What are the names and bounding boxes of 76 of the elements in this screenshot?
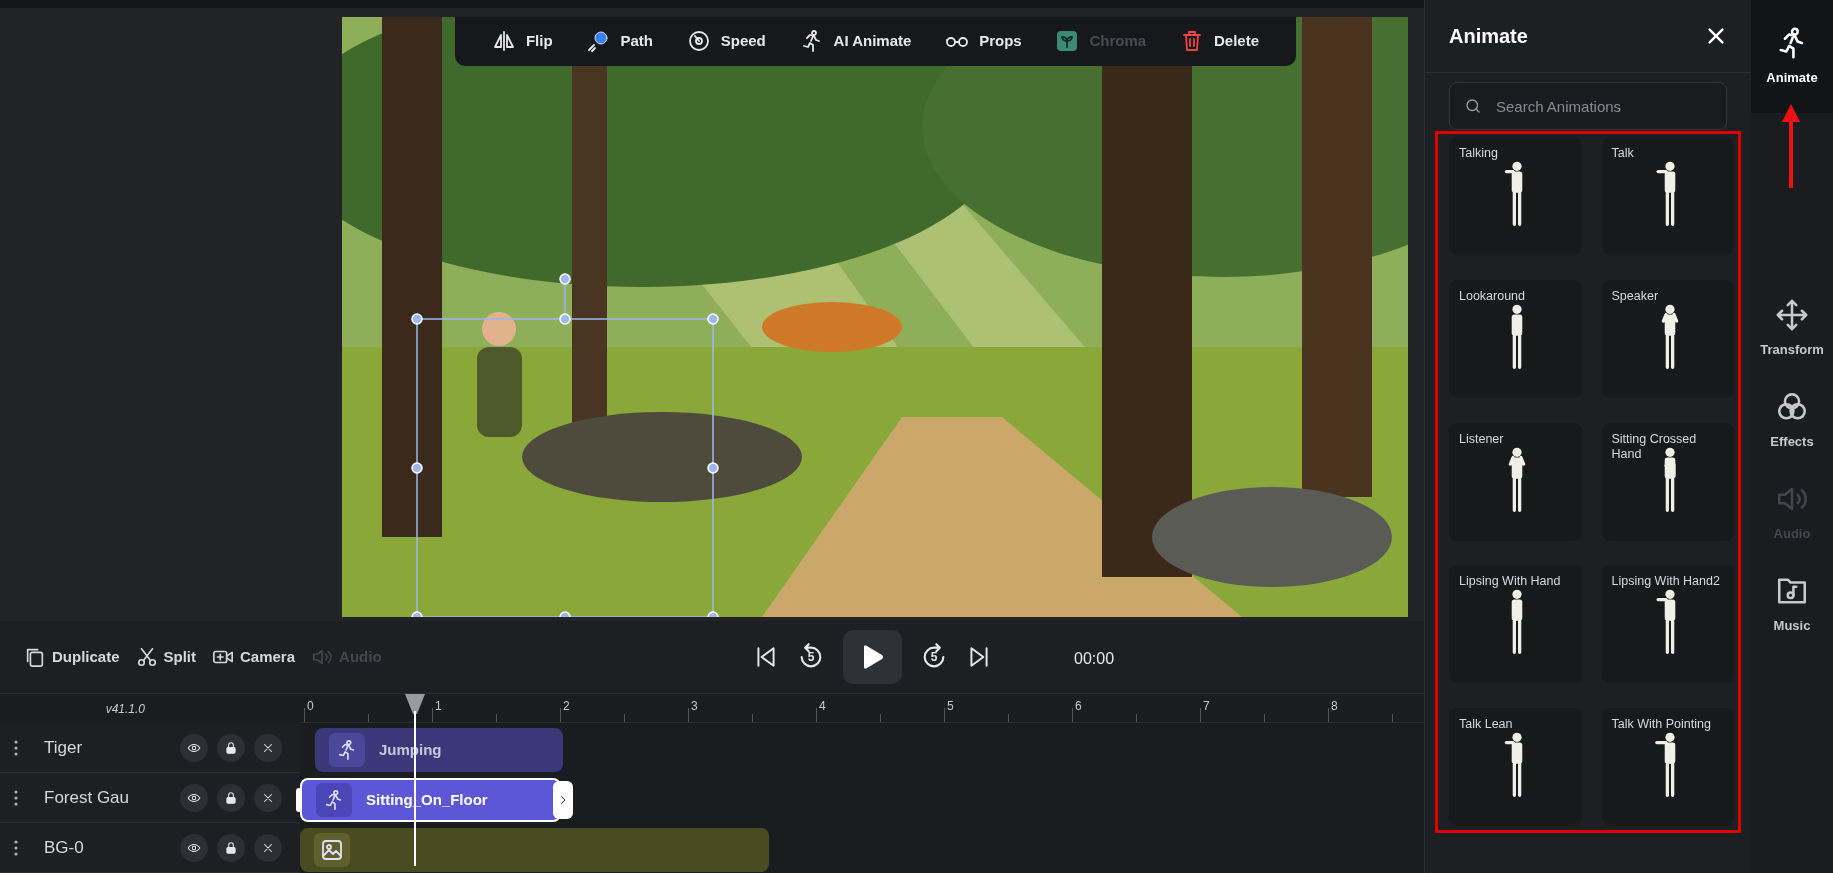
- trim-handle[interactable]: [296, 788, 302, 812]
- lock-button[interactable]: [217, 783, 245, 812]
- ruler-label: 1: [435, 698, 442, 715]
- ruler-label: 2: [563, 698, 570, 715]
- animation-card[interactable]: Lipsing With Hand2: [1601, 565, 1734, 684]
- timeline-tool-button[interactable]: Camera: [212, 645, 296, 669]
- animation-card[interactable]: Talk Lean: [1449, 708, 1582, 827]
- flip-icon: [491, 29, 516, 54]
- timeline-tool-button[interactable]: Duplicate: [24, 645, 120, 669]
- visibility-button[interactable]: [180, 783, 208, 812]
- ruler-label: 3: [691, 698, 698, 715]
- close-icon: [1705, 25, 1727, 47]
- animation-label: Talk: [1611, 146, 1635, 161]
- rail-tab[interactable]: Transform: [1751, 283, 1833, 375]
- animation-label: Lipsing With Hand: [1459, 574, 1562, 590]
- trash-icon: [1180, 29, 1204, 54]
- track-name: BG-0: [44, 836, 85, 859]
- search-field[interactable]: Search Animations: [1449, 82, 1727, 130]
- rail-tab[interactable]: Effects: [1751, 375, 1833, 467]
- image-clip[interactable]: [300, 828, 769, 872]
- version-label: v41.1.0: [105, 700, 145, 718]
- animation-label: Talk Lean: [1459, 717, 1514, 733]
- animation-label: Listener: [1459, 431, 1505, 447]
- ruler-label: 4: [819, 698, 826, 715]
- track-name: Forest Gau: [44, 786, 131, 809]
- animation-label: Sitting Crossed Hand: [1611, 431, 1698, 462]
- ruler-label: 0: [307, 698, 314, 715]
- animation-card[interactable]: Talking: [1449, 137, 1582, 255]
- search-icon: [1464, 97, 1482, 115]
- forward-button[interactable]: 5: [920, 642, 948, 671]
- animation-label: Lipsing With Hand2: [1611, 574, 1721, 590]
- image-icon: [320, 838, 344, 862]
- animation-card[interactable]: Speaker: [1601, 279, 1734, 398]
- toolbar-button[interactable]: Speed: [686, 29, 766, 54]
- speed-dial-icon: [686, 29, 711, 54]
- path-dot-icon: [586, 29, 611, 54]
- animation-card[interactable]: Talk With Pointing: [1601, 708, 1734, 827]
- toolbar-button[interactable]: Delete: [1180, 29, 1259, 54]
- ruler-label: 5: [947, 698, 954, 715]
- timeline-tool-button[interactable]: Split: [135, 645, 196, 669]
- move-arrows-icon: [1775, 298, 1809, 333]
- time-display: 00:00: [1074, 648, 1115, 669]
- lock-icon: [224, 840, 238, 855]
- ruler-label: 7: [1203, 698, 1210, 715]
- rail-tab[interactable]: Animate: [1751, 0, 1833, 113]
- toolbar-button[interactable]: Props: [945, 29, 1022, 54]
- lock-icon: [224, 790, 238, 805]
- animation-label: Talking: [1459, 146, 1499, 161]
- visibility-button[interactable]: [180, 833, 208, 862]
- animation-card[interactable]: Talk: [1601, 137, 1734, 255]
- animation-card[interactable]: Lookaround: [1449, 279, 1582, 398]
- animation-label: Talk With Pointing: [1611, 717, 1712, 733]
- ruler-label: 6: [1075, 698, 1082, 715]
- lock-button[interactable]: [217, 733, 245, 762]
- toolbar-button[interactable]: AI Animate: [799, 29, 912, 54]
- animation-label: Speaker: [1611, 288, 1660, 304]
- selection-box[interactable]: [410, 271, 720, 617]
- trim-handle[interactable]: [553, 781, 573, 819]
- animation-label: Lookaround: [1459, 288, 1527, 304]
- plant-tile-icon: [1055, 29, 1080, 54]
- visibility-button[interactable]: [180, 733, 208, 762]
- lock-icon: [224, 740, 238, 755]
- animation-card[interactable]: Listener: [1449, 422, 1582, 541]
- animation-card[interactable]: Sitting Crossed Hand: [1601, 422, 1734, 541]
- panel-title: Animate: [1449, 24, 1528, 49]
- animation-card[interactable]: Lipsing With Hand: [1449, 565, 1582, 684]
- scissors-icon: [135, 645, 158, 668]
- rail-tab[interactable]: Music: [1751, 559, 1833, 651]
- lock-button[interactable]: [217, 833, 245, 862]
- play-button[interactable]: [843, 629, 902, 684]
- close-button[interactable]: [1705, 25, 1727, 47]
- ruler-label: 8: [1331, 698, 1338, 715]
- toolbar-button[interactable]: Path: [586, 29, 653, 54]
- toolbar-button[interactable]: Flip: [491, 29, 553, 54]
- rewind-button[interactable]: 5: [797, 642, 825, 671]
- track-name: Tiger: [44, 736, 84, 759]
